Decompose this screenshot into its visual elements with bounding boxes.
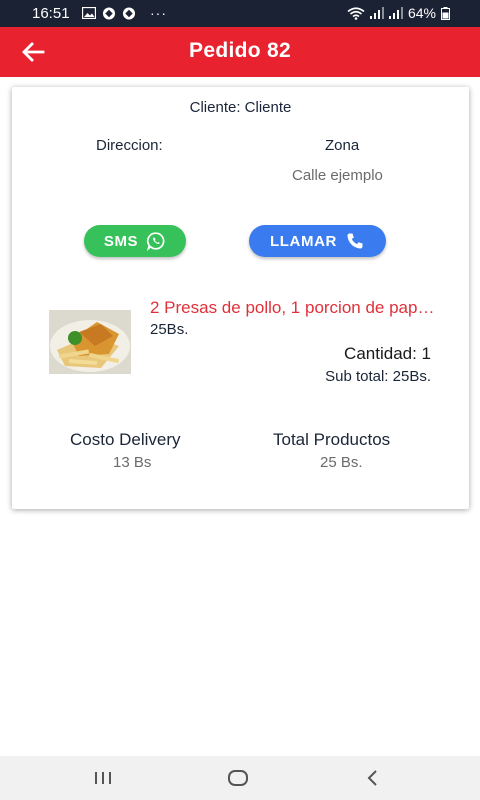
app-icon <box>102 6 116 20</box>
battery-percent: 64% <box>407 5 436 21</box>
app-bar: Pedido 82 <box>0 27 480 77</box>
more-notifications: ··· <box>150 5 167 21</box>
back-nav-button[interactable] <box>360 766 386 790</box>
sms-button[interactable]: SMS <box>84 225 186 257</box>
subtotal-label: Sub total: 25Bs. <box>325 368 431 385</box>
page-title: Pedido 82 <box>189 39 291 62</box>
address-label: Direccion: <box>96 137 163 154</box>
recents-button[interactable] <box>90 766 116 790</box>
total-products-value: 25 Bs. <box>320 454 363 471</box>
image-icon <box>82 7 96 19</box>
status-bar: 16:51 ··· 64% <box>0 0 480 27</box>
delivery-cost-value: 13 Bs <box>113 454 152 471</box>
order-card: Cliente: Cliente Direccion: Zona Calle e… <box>12 87 469 509</box>
zone-label: Zona <box>325 137 360 154</box>
product-price: 25Bs. <box>150 321 189 338</box>
system-nav-bar <box>0 756 480 800</box>
signal-icon <box>369 7 384 19</box>
product-name: 2 Presas de pollo, 1 porcion de papas <box>150 298 435 317</box>
home-icon <box>228 770 248 786</box>
total-products-label: Total Productos <box>273 430 391 449</box>
call-button-label: LLAMAR <box>270 232 337 250</box>
status-time: 16:51 <box>32 5 70 22</box>
delivery-cost-label: Costo Delivery <box>70 430 181 449</box>
quantity-label: Cantidad: 1 <box>344 344 431 363</box>
status-notification-icons: ··· <box>82 5 167 21</box>
home-button[interactable] <box>225 766 251 790</box>
phone-icon <box>347 233 363 249</box>
battery-icon <box>441 6 450 20</box>
signal-icon <box>388 7 403 19</box>
back-chevron-icon <box>367 770 377 786</box>
zone-value: Calle ejemplo <box>292 167 383 184</box>
status-right: 64% <box>347 5 450 21</box>
app-icon <box>122 6 136 20</box>
call-button[interactable]: LLAMAR <box>249 225 386 257</box>
wifi-icon <box>347 6 365 20</box>
recents-icon <box>95 772 111 784</box>
whatsapp-icon <box>146 232 165 251</box>
sms-button-label: SMS <box>103 232 139 250</box>
client-label: Cliente: Cliente <box>189 99 292 116</box>
product-image <box>49 310 131 374</box>
